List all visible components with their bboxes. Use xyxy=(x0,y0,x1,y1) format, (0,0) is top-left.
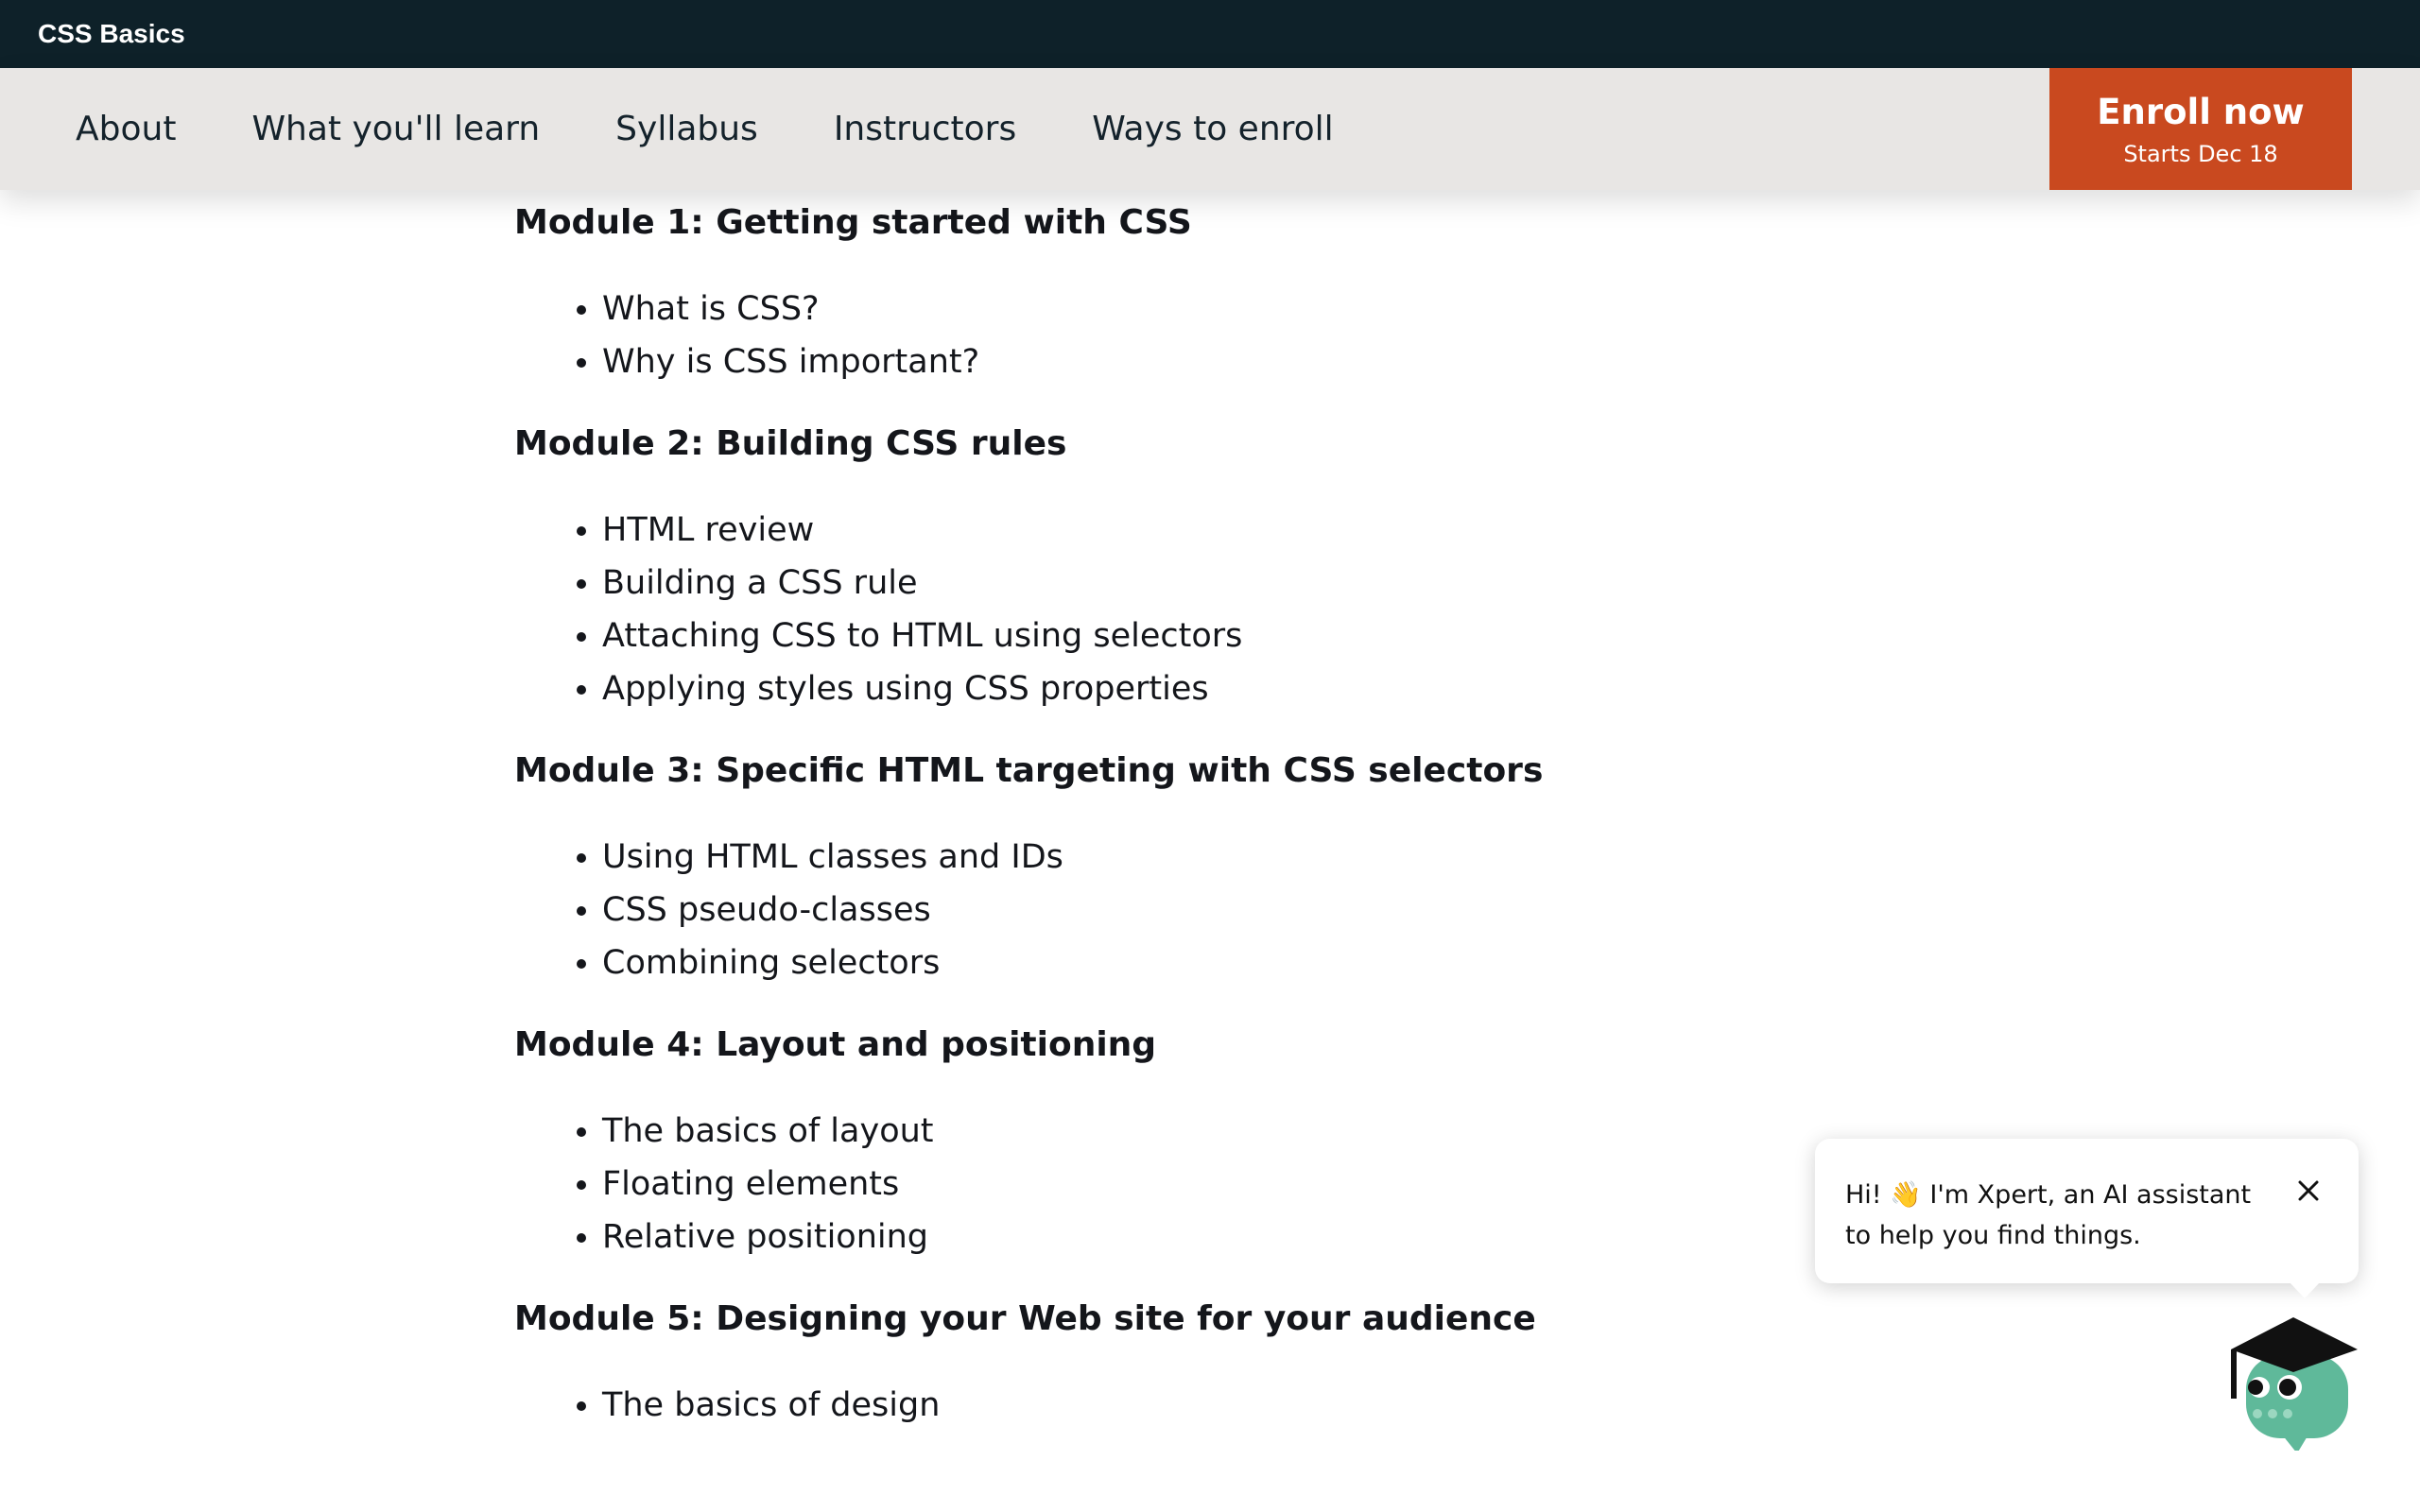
nav-item-syllabus[interactable]: Syllabus xyxy=(615,110,758,148)
enroll-now-button[interactable]: Enroll now Starts Dec 18 xyxy=(2049,68,2352,190)
module-topics: The basics of layout Floating elements R… xyxy=(514,1105,1838,1263)
topic-item: Building a CSS rule xyxy=(602,557,1838,610)
module-1: Module 1: Getting started with CSS What … xyxy=(514,199,1838,388)
topic-item: Relative positioning xyxy=(602,1211,1838,1263)
topic-item: Attaching CSS to HTML using selectors xyxy=(602,610,1838,662)
course-nav: About What you'll learn Syllabus Instruc… xyxy=(0,68,2420,190)
module-3: Module 3: Specific HTML targeting with C… xyxy=(514,747,1838,989)
topic-item: CSS pseudo-classes xyxy=(602,884,1838,936)
module-title: Module 2: Building CSS rules xyxy=(514,424,1067,463)
nav-item-instructors[interactable]: Instructors xyxy=(834,110,1016,148)
topic-item: Floating elements xyxy=(602,1158,1838,1211)
nav-item-about[interactable]: About xyxy=(76,110,176,148)
topic-item: Using HTML classes and IDs xyxy=(602,831,1838,884)
nav-items: About What you'll learn Syllabus Instruc… xyxy=(0,68,1409,190)
topic-item: The basics of layout xyxy=(602,1105,1838,1158)
module-topics: Using HTML classes and IDs CSS pseudo-cl… xyxy=(514,831,1838,989)
course-title: CSS Basics xyxy=(38,19,185,48)
xpert-avatar-icon[interactable] xyxy=(2229,1314,2361,1453)
xpert-chat-bubble: Hi! 👋 I'm Xpert, an AI assistant to help… xyxy=(1815,1139,2359,1298)
nav-item-ways-to-enroll[interactable]: Ways to enroll xyxy=(1092,110,1333,148)
close-icon[interactable] xyxy=(2292,1175,2325,1207)
nav-item-what-youll-learn[interactable]: What you'll learn xyxy=(251,110,540,148)
topic-item: The basics of design xyxy=(602,1379,1838,1432)
module-topics: What is CSS? Why is CSS important? xyxy=(514,283,1838,388)
module-title: Module 3: Specific HTML targeting with C… xyxy=(514,751,1544,790)
course-title-bar: CSS Basics xyxy=(0,0,2420,68)
topic-item: Applying styles using CSS properties xyxy=(602,662,1838,715)
syllabus-content: Module 1: Getting started with CSS What … xyxy=(514,190,1838,1464)
topic-item: Why is CSS important? xyxy=(602,335,1838,388)
module-title: Module 1: Getting started with CSS xyxy=(514,203,1192,242)
enroll-now-label: Enroll now xyxy=(2097,91,2305,132)
xpert-greeting: Hi! 👋 I'm Xpert, an AI assistant to help… xyxy=(1845,1180,2252,1250)
topic-item: What is CSS? xyxy=(602,283,1838,335)
module-2: Module 2: Building CSS rules HTML review… xyxy=(514,421,1838,715)
module-title: Module 4: Layout and positioning xyxy=(514,1025,1157,1064)
module-topics: HTML review Building a CSS rule Attachin… xyxy=(514,504,1838,715)
module-5: Module 5: Designing your Web site for yo… xyxy=(514,1296,1838,1432)
topic-item: Combining selectors xyxy=(602,936,1838,989)
topic-item: HTML review xyxy=(602,504,1838,557)
module-4: Module 4: Layout and positioning The bas… xyxy=(514,1022,1838,1263)
module-topics: The basics of design xyxy=(514,1379,1838,1432)
enroll-start-date: Starts Dec 18 xyxy=(2123,140,2278,167)
module-title: Module 5: Designing your Web site for yo… xyxy=(514,1299,1536,1338)
